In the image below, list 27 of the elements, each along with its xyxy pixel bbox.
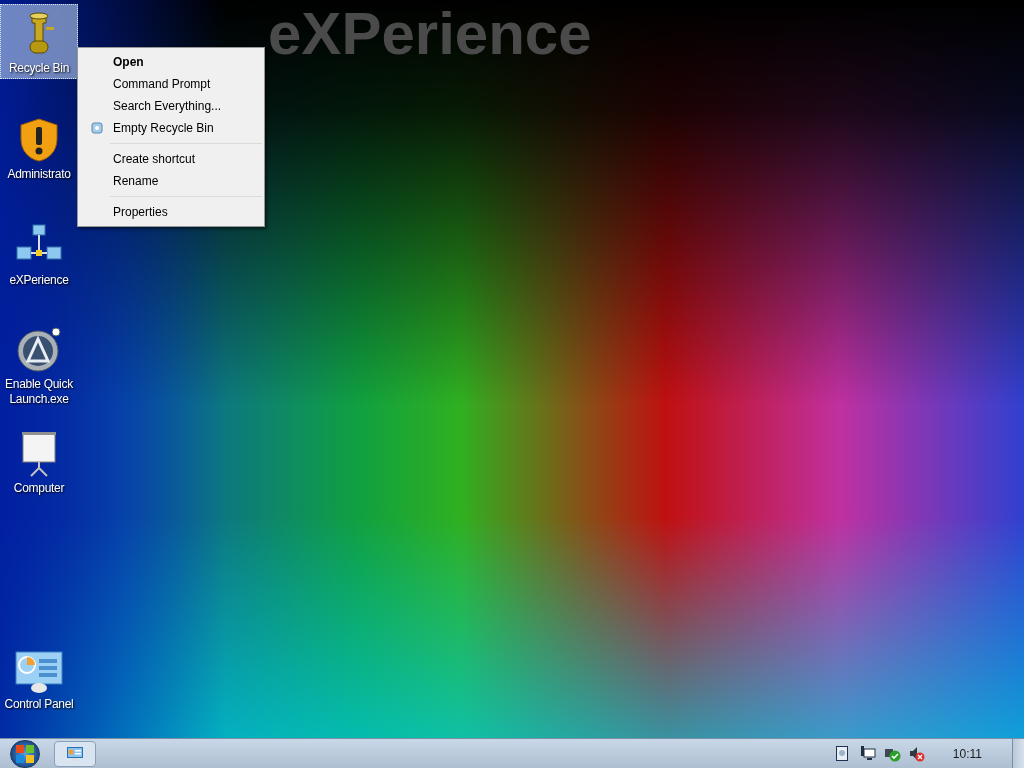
control-panel-icon [15,651,63,693]
projector-screen-icon [21,431,57,477]
menu-item[interactable]: Properties [80,201,262,223]
menu-item[interactable]: Open [80,51,262,73]
menu-item[interactable]: Search Everything... [80,95,262,117]
recycle-bin-icon [90,122,103,134]
desktop-icon[interactable]: Administrato [0,110,78,185]
network-icon[interactable] [859,746,876,761]
taskbar-button[interactable] [54,740,96,767]
menu-item[interactable]: Empty Recycle Bin [80,117,262,139]
clock[interactable]: 10:11 [952,744,982,763]
desktop-icon[interactable]: Control Panel [0,640,78,715]
menu-item[interactable]: Command Prompt [80,73,262,95]
muted-speaker-icon[interactable] [908,745,925,762]
windows-logo-icon [15,743,35,764]
desktop-icon[interactable]: Computer [0,424,78,499]
desktop-icon[interactable]: eXPerience [0,216,78,291]
control-panel-icon [67,746,83,761]
document-icon[interactable] [835,746,848,761]
desktop-icon[interactable]: Recycle Bin [0,4,78,79]
wallpaper-text: eXPerience [268,4,592,64]
menu-item[interactable]: Rename [80,170,262,192]
warning-shield-icon [19,117,59,163]
menu-item[interactable]: Create shortcut [80,148,262,170]
desktop-icon[interactable]: Enable Quick Launch.exe [0,320,78,410]
start-button[interactable] [10,739,40,768]
show-desktop-button[interactable] [1012,738,1024,768]
